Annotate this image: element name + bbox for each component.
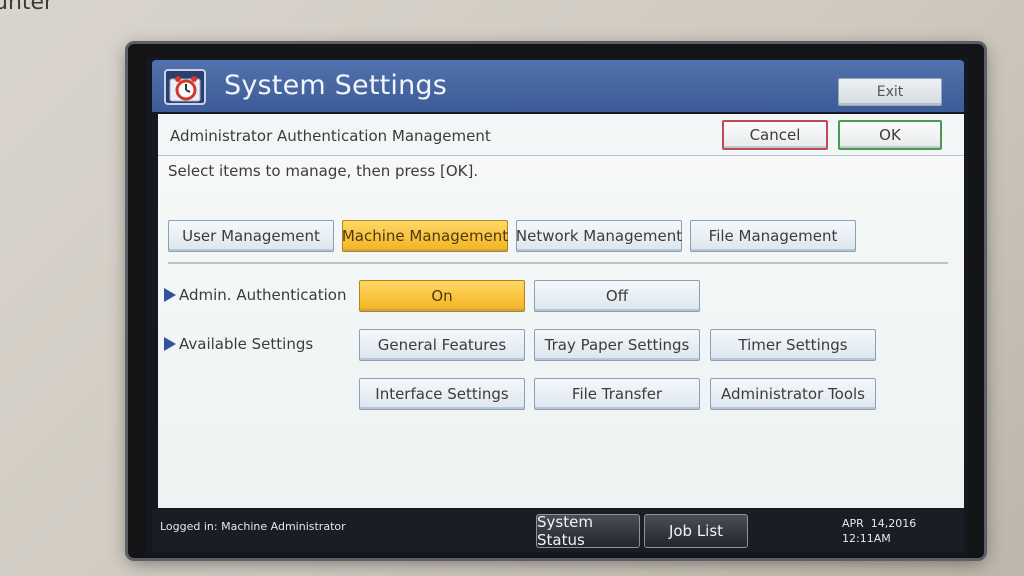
main-panel: Administrator Authentication Management … bbox=[158, 114, 964, 508]
administrator-tools-button[interactable]: Administrator Tools bbox=[710, 378, 876, 410]
panel-header: Administrator Authentication Management … bbox=[158, 114, 964, 156]
exit-button[interactable]: Exit bbox=[838, 78, 942, 106]
background-text: unter bbox=[0, 0, 54, 15]
instruction-text: Select items to manage, then press [OK]. bbox=[168, 162, 479, 180]
title-bar: System Settings Exit bbox=[152, 60, 964, 112]
auth-on-button[interactable]: On bbox=[359, 280, 525, 312]
cancel-button[interactable]: Cancel bbox=[722, 120, 828, 150]
arrow-right-icon bbox=[164, 337, 176, 351]
auth-off-button[interactable]: Off bbox=[534, 280, 700, 312]
available-settings-text: Available Settings bbox=[179, 335, 314, 353]
user-management-button[interactable]: User Management bbox=[168, 220, 334, 252]
date-time: APR 14,2016 12:11AM bbox=[842, 516, 916, 546]
admin-authentication-text: Admin. Authentication bbox=[179, 286, 347, 304]
logged-in-status: Logged in: Machine Administrator bbox=[160, 520, 346, 533]
system-status-button[interactable]: System Status bbox=[536, 513, 640, 549]
touch-screen: System Settings Exit Administrator Authe… bbox=[146, 58, 968, 554]
page-title: System Settings bbox=[224, 70, 448, 101]
panel-header-label: Administrator Authentication Management bbox=[170, 127, 491, 145]
date-text: APR 14,2016 bbox=[842, 517, 917, 530]
section-divider bbox=[168, 262, 948, 264]
tray-paper-settings-button[interactable]: Tray Paper Settings bbox=[534, 329, 700, 361]
status-footer: Logged in: Machine Administrator System … bbox=[152, 510, 964, 552]
machine-management-button[interactable]: Machine Management bbox=[342, 220, 508, 252]
time-text: 12:11AM bbox=[842, 532, 891, 545]
arrow-right-icon bbox=[164, 288, 176, 302]
job-list-button[interactable]: Job List bbox=[644, 514, 748, 548]
timer-settings-button[interactable]: Timer Settings bbox=[710, 329, 876, 361]
ok-button[interactable]: OK bbox=[838, 120, 942, 150]
file-transfer-button[interactable]: File Transfer bbox=[534, 378, 700, 410]
settings-clock-icon bbox=[164, 69, 206, 105]
network-management-button[interactable]: Network Management bbox=[516, 220, 682, 252]
general-features-button[interactable]: General Features bbox=[359, 329, 525, 361]
admin-authentication-label: Admin. Authentication bbox=[164, 286, 346, 304]
interface-settings-button[interactable]: Interface Settings bbox=[359, 378, 525, 410]
file-management-button[interactable]: File Management bbox=[690, 220, 856, 252]
available-settings-label: Available Settings bbox=[164, 335, 313, 353]
